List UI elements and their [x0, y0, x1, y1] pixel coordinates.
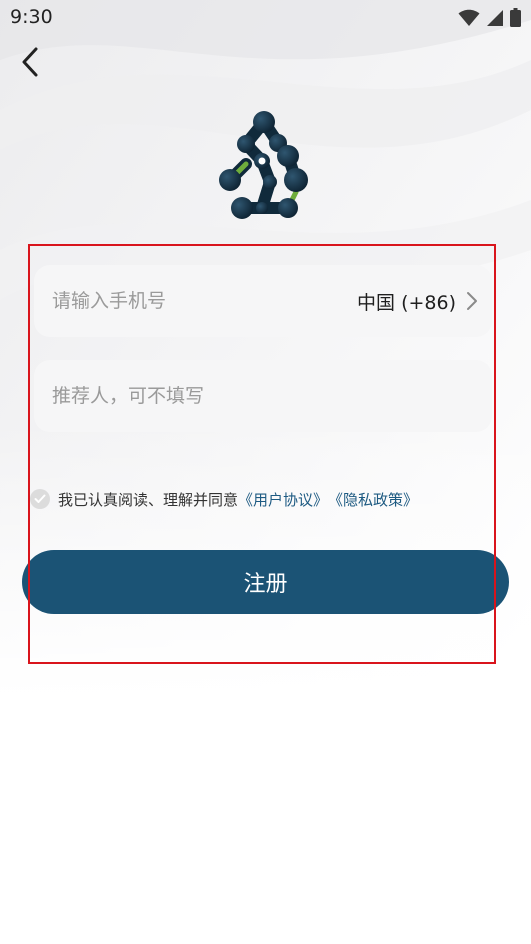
signal-icon [487, 9, 503, 26]
chevron-right-icon [467, 292, 477, 310]
chevron-left-icon [22, 47, 38, 77]
country-code-select[interactable]: 中国 (+86) [357, 265, 478, 337]
wifi-icon [458, 9, 480, 26]
phone-field: 中国 (+86) [34, 265, 492, 337]
status-bar: 9:30 [0, 0, 531, 38]
phone-input[interactable] [52, 265, 312, 337]
country-code-label: 中国 (+86) [357, 291, 456, 314]
molecule-logo-icon [219, 111, 308, 219]
battery-icon [510, 8, 521, 27]
status-icons [458, 8, 521, 27]
status-time: 9:30 [10, 6, 53, 28]
user-agreement-link[interactable]: 《用户协议》 [238, 489, 328, 510]
privacy-policy-link[interactable]: 《隐私政策》 [328, 489, 418, 510]
back-button[interactable] [14, 44, 48, 80]
agreement-row: 我已认真阅读、理解并同意 《用户协议》 《隐私政策》 [30, 486, 418, 512]
agreement-text: 我已认真阅读、理解并同意 [58, 490, 239, 509]
referrer-field [34, 360, 492, 432]
check-icon [34, 494, 46, 503]
register-button[interactable]: 注册 [22, 550, 509, 614]
referrer-input[interactable] [52, 360, 472, 432]
agreement-checkbox[interactable] [30, 489, 50, 509]
